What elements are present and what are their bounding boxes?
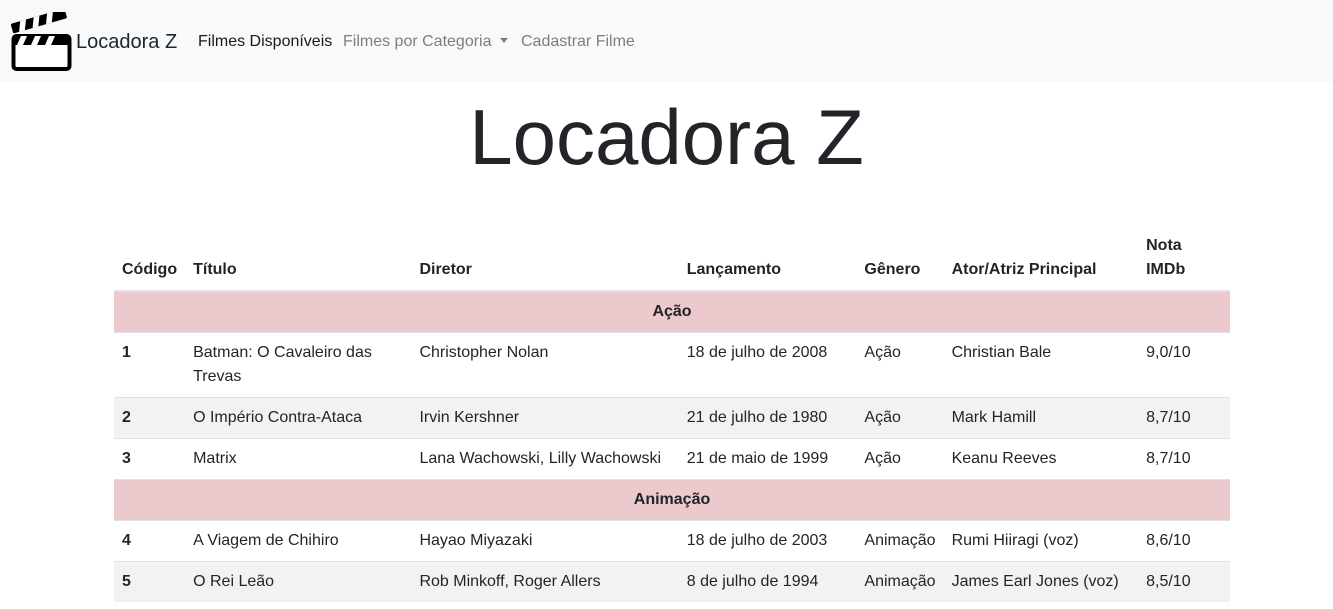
cell-rating: 8,7/10 [1138,438,1230,480]
cell-title: O Rei Leão [185,561,412,602]
category-label: Ação [114,290,1230,333]
nav-cadastrar-filme[interactable]: Cadastrar Filme [521,32,635,52]
cell-code: 4 [114,520,186,562]
movies-table: Código Título Diretor Lançamento Gênero … [114,232,1230,602]
table-row: 4 A Viagem de Chihiro Hayao Miyazaki 18 … [114,520,1230,562]
nav-filmes-disponiveis[interactable]: Filmes Disponíveis [198,32,332,52]
col-header-titulo: Título [185,232,412,292]
navbar: Locadora Z Filmes Disponíveis Filmes por… [0,0,1333,82]
chevron-down-icon [499,38,508,43]
table-row: 5 O Rei Leão Rob Minkoff, Roger Allers 8… [114,561,1230,602]
cell-genre: Animação [856,520,944,562]
page-title: Locadora Z [469,93,864,181]
cell-actor: James Earl Jones (voz) [943,561,1139,602]
cell-director: Hayao Miyazaki [411,520,679,562]
table-row: 1 Batman: O Cavaleiro das Trevas Christo… [114,332,1230,398]
col-header-diretor: Diretor [411,232,679,292]
cell-rating: 8,6/10 [1138,520,1230,562]
cell-title: Matrix [185,438,412,480]
cell-genre: Ação [856,332,944,398]
cell-actor: Christian Bale [943,332,1139,398]
cell-rating: 8,5/10 [1138,561,1230,602]
cell-title: O Império Contra-Ataca [185,397,412,439]
col-header-lancamento: Lançamento [678,232,857,292]
cell-director: Lana Wachowski, Lilly Wachowski [411,438,679,480]
cell-genre: Ação [856,438,944,480]
clapperboard-icon[interactable] [11,12,72,71]
cell-actor: Keanu Reeves [943,438,1139,480]
nav-filmes-por-categoria-label: Filmes por Categoria [343,33,492,50]
cell-title: A Viagem de Chihiro [185,520,412,562]
cell-release: 21 de maio de 1999 [678,438,857,480]
category-row-animacao: Animação [114,479,1230,521]
table-header: Código Título Diretor Lançamento Gênero … [114,232,1230,292]
cell-release: 21 de julho de 1980 [678,397,857,439]
cell-actor: Mark Hamill [943,397,1139,439]
cell-release: 18 de julho de 2008 [678,332,857,398]
cell-release: 18 de julho de 2003 [678,520,857,562]
cell-genre: Ação [856,397,944,439]
col-header-nota-imdb: Nota IMDb [1138,232,1230,292]
cell-director: Christopher Nolan [411,332,679,398]
cell-code: 3 [114,438,186,480]
col-header-ator: Ator/Atriz Principal [943,232,1139,292]
col-header-codigo: Código [114,232,186,292]
cell-actor: Rumi Hiiragi (voz) [943,520,1139,562]
cell-release: 8 de julho de 1994 [678,561,857,602]
brand-name[interactable]: Locadora Z [76,30,177,54]
table-row: 2 O Império Contra-Ataca Irvin Kershner … [114,397,1230,439]
cell-director: Rob Minkoff, Roger Allers [411,561,679,602]
cell-code: 2 [114,397,186,439]
category-row-acao: Ação [114,290,1230,333]
cell-rating: 9,0/10 [1138,332,1230,398]
nav-filmes-por-categoria[interactable]: Filmes por Categoria [343,32,508,52]
cell-code: 1 [114,332,186,398]
cell-code: 5 [114,561,186,602]
cell-director: Irvin Kershner [411,397,679,439]
col-header-genero: Gênero [856,232,944,292]
cell-rating: 8,7/10 [1138,397,1230,439]
table-row: 3 Matrix Lana Wachowski, Lilly Wachowski… [114,438,1230,480]
cell-title: Batman: O Cavaleiro das Trevas [185,332,412,398]
category-label: Animação [114,479,1230,521]
cell-genre: Animação [856,561,944,602]
